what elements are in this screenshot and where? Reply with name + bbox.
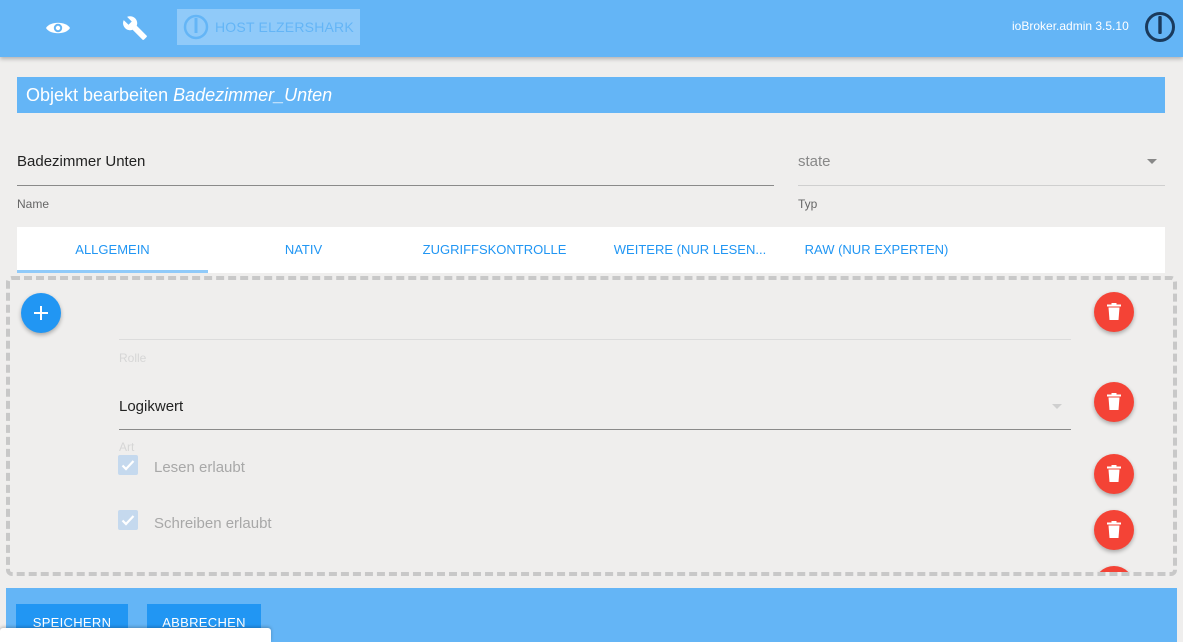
host-selector[interactable]: HOST ELZERSHARK bbox=[177, 9, 360, 45]
name-label: Name bbox=[17, 197, 50, 211]
art-select[interactable]: Logikwert bbox=[119, 398, 183, 415]
delete-read-button[interactable] bbox=[1094, 454, 1134, 494]
plus-icon bbox=[34, 306, 48, 320]
name-input-underline bbox=[17, 185, 774, 186]
name-input[interactable]: Badezimmer Unten bbox=[17, 153, 145, 170]
trash-icon bbox=[1107, 393, 1121, 410]
tab-allgemein[interactable]: ALLGEMEIN bbox=[17, 227, 208, 273]
delete-next-button[interactable] bbox=[1094, 566, 1134, 572]
dialog-title: Objekt bearbeiten Badezimmer_Unten bbox=[17, 77, 1165, 113]
tab-weitere[interactable]: WEITERE (NUR LESEN... bbox=[590, 227, 790, 273]
iobroker-logo-icon bbox=[183, 14, 209, 40]
write-allowed-checkbox[interactable] bbox=[118, 510, 138, 530]
delete-write-button[interactable] bbox=[1094, 510, 1134, 550]
checkmark-icon bbox=[121, 460, 135, 471]
role-input[interactable] bbox=[119, 339, 1071, 340]
trash-icon bbox=[1107, 465, 1121, 482]
dialog-title-prefix: Objekt bearbeiten bbox=[26, 85, 169, 105]
type-label: Typ bbox=[798, 197, 818, 211]
delete-art-button[interactable] bbox=[1094, 382, 1134, 422]
type-select[interactable]: state bbox=[798, 153, 831, 170]
active-tab-indicator bbox=[17, 270, 208, 273]
delete-role-button[interactable] bbox=[1094, 292, 1134, 332]
checkmark-icon bbox=[121, 515, 135, 526]
content-scrollbar[interactable] bbox=[1175, 475, 1177, 545]
tab-zugriffskontrolle[interactable]: ZUGRIFFSKONTROLLE bbox=[399, 227, 590, 273]
art-label: Art bbox=[119, 440, 135, 454]
bottom-popup-edge bbox=[0, 628, 271, 642]
tab-nativ[interactable]: NATIV bbox=[208, 227, 399, 273]
add-field-button[interactable] bbox=[21, 293, 61, 333]
chevron-down-icon[interactable] bbox=[1147, 159, 1157, 164]
iobroker-logo-icon[interactable] bbox=[1144, 11, 1176, 43]
write-allowed-label: Schreiben erlaubt bbox=[154, 515, 272, 532]
trash-icon bbox=[1107, 521, 1121, 538]
host-label: HOST ELZERSHARK bbox=[215, 19, 354, 35]
type-select-underline bbox=[798, 185, 1165, 186]
tab-bar: ALLGEMEIN NATIV ZUGRIFFSKONTROLLE WEITER… bbox=[17, 227, 1165, 273]
eye-icon[interactable] bbox=[43, 13, 73, 43]
top-bar: HOST ELZERSHARK ioBroker.admin 3.5.10 bbox=[0, 0, 1183, 57]
wrench-icon[interactable] bbox=[120, 13, 150, 43]
general-tab-panel: Rolle Logikwert Art Lesen erlaubt Schrei… bbox=[6, 276, 1177, 576]
read-allowed-checkbox[interactable] bbox=[118, 455, 138, 475]
dialog-title-object-id: Badezimmer_Unten bbox=[173, 85, 333, 105]
trash-icon bbox=[1107, 303, 1121, 320]
role-label: Rolle bbox=[119, 351, 147, 365]
tab-raw[interactable]: RAW (NUR EXPERTEN) bbox=[781, 227, 972, 273]
admin-version: ioBroker.admin 3.5.10 bbox=[1012, 19, 1129, 33]
read-allowed-label: Lesen erlaubt bbox=[154, 459, 245, 476]
art-select-underline bbox=[119, 429, 1071, 430]
chevron-down-icon[interactable] bbox=[1052, 404, 1062, 409]
